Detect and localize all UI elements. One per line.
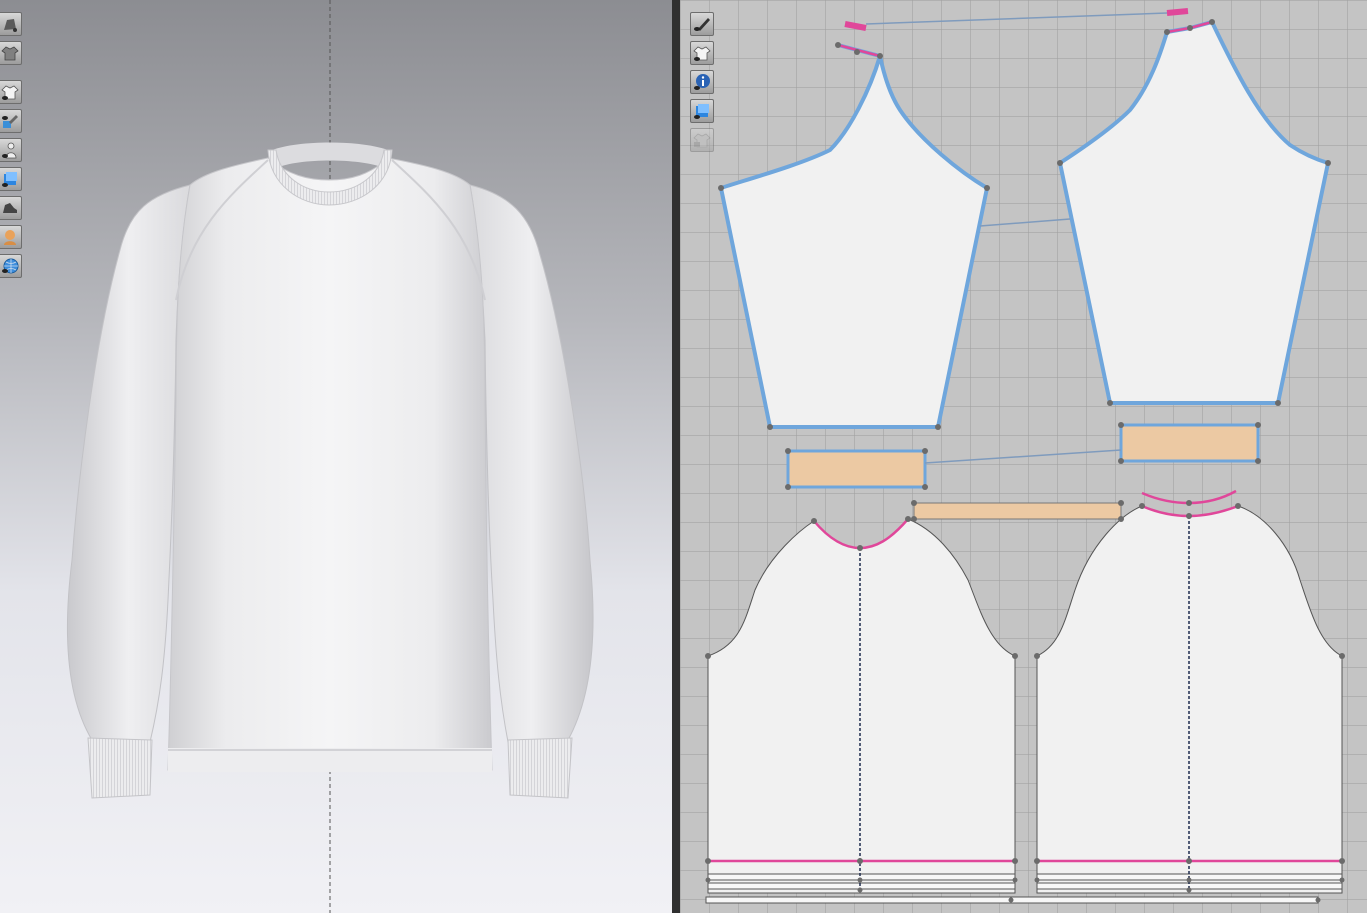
right-cuff-pattern[interactable] [1119,423,1260,463]
3d-viewport[interactable] [0,0,672,913]
info-button[interactable] [690,70,714,94]
neckband-pattern[interactable] [913,502,1122,520]
fabric-layer-icon [694,104,709,119]
top-notch-right [1166,8,1189,16]
right-sleeve-pattern[interactable] [1058,20,1330,405]
right-cuff [507,737,573,799]
fabric-render-icon [2,172,17,187]
left-sleeve-pattern[interactable] [719,43,989,429]
hem-band [168,748,492,772]
show-garment-icon [1,85,19,100]
avatar-head-button[interactable] [0,225,22,249]
2d-pattern-viewport[interactable] [680,0,1367,913]
globe-environment-icon [2,258,19,274]
front-body-pattern[interactable] [707,518,1016,894]
pen-visibility-icon [694,18,710,31]
locked-garment-icon [693,133,711,148]
fabric-layer-button[interactable] [690,99,714,123]
garment-button[interactable] [0,41,22,65]
seam-link-cuffs [924,449,1122,464]
texture-edit-icon [2,115,18,128]
show-avatar-icon [2,142,17,159]
2d-view-toolbar [690,12,714,157]
show-garment-2d-button[interactable] [690,41,714,65]
show-avatar-button[interactable] [0,138,22,162]
info-icon [694,74,710,90]
environment-button[interactable] [0,254,22,278]
avatar-display-button[interactable] [0,12,22,36]
sweater-body [167,157,493,771]
pen-visibility-button[interactable] [690,12,714,36]
texture-edit-button[interactable] [0,109,22,133]
show-garment-button[interactable] [0,80,22,104]
garment-shirt-icon [1,46,19,61]
back-body-pattern[interactable] [1036,505,1343,894]
3d-view-toolbar [0,12,22,283]
avatar-display-icon [4,19,17,32]
viewport-splitter[interactable] [672,0,680,913]
2d-pattern-canvas [705,8,1345,904]
seam-link-top [865,12,1168,25]
3d-garment-view [66,0,594,913]
shoe-icon [3,203,17,213]
shoe-button[interactable] [0,196,22,220]
top-notch-left [844,21,867,31]
show-garment-2d-icon [693,46,711,61]
left-cuff [87,737,153,799]
left-cuff-pattern[interactable] [786,449,927,489]
fabric-render-button[interactable] [0,167,22,191]
seam-link-sleeves [979,218,1071,227]
locked-garment-button[interactable] [690,128,714,152]
avatar-head-icon [4,230,16,245]
